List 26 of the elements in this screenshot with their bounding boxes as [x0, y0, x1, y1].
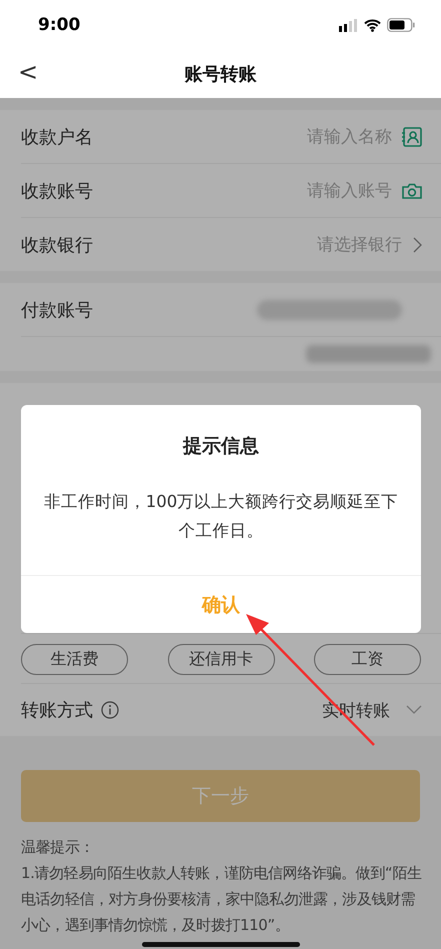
field-label: 收款银行	[21, 234, 93, 256]
status-time: 9:00	[38, 15, 80, 35]
field-label: 收款户名	[21, 126, 93, 148]
input-field[interactable]: 请输入名称	[103, 126, 392, 146]
chevron-right-icon	[412, 236, 422, 252]
purpose-tag[interactable]: 还信用卡	[168, 644, 274, 675]
tips-heading: 温馨提示：	[21, 837, 96, 858]
battery-icon	[387, 18, 415, 32]
chevron-down-icon[interactable]	[406, 705, 422, 715]
info-icon[interactable]	[101, 701, 119, 719]
page-title: 账号转账	[184, 63, 256, 86]
field-label: 转账方式	[21, 699, 93, 722]
purpose-tag[interactable]: 工资	[314, 644, 421, 675]
signal-icon	[339, 18, 358, 32]
input-field[interactable]: 请输入账号	[103, 180, 392, 200]
contact-card-icon[interactable]	[402, 126, 422, 146]
field-label: 付款账号	[21, 298, 93, 322]
field-label: 收款账号	[21, 180, 93, 202]
back-button[interactable]: <	[18, 58, 38, 86]
tips-text: 1.请勿轻易向陌生收款人转账，谨防电信网络诈骗。做到“陌生电话勿轻信，对方身份要核清，家中隐私勿泄露，涉及钱财需小心，遇到事情勿惊慌，及时拨打110”。	[21, 863, 422, 936]
dialog-message: 非工作时间，100万以上大额跨行交易顺延至下个工作日。	[42, 491, 400, 542]
input-field[interactable]: 请选择银行	[103, 234, 402, 254]
dialog-title: 提示信息	[183, 434, 259, 459]
purpose-tag[interactable]: 生活费	[21, 644, 128, 675]
camera-icon[interactable]	[402, 182, 422, 198]
wifi-icon	[364, 18, 381, 32]
